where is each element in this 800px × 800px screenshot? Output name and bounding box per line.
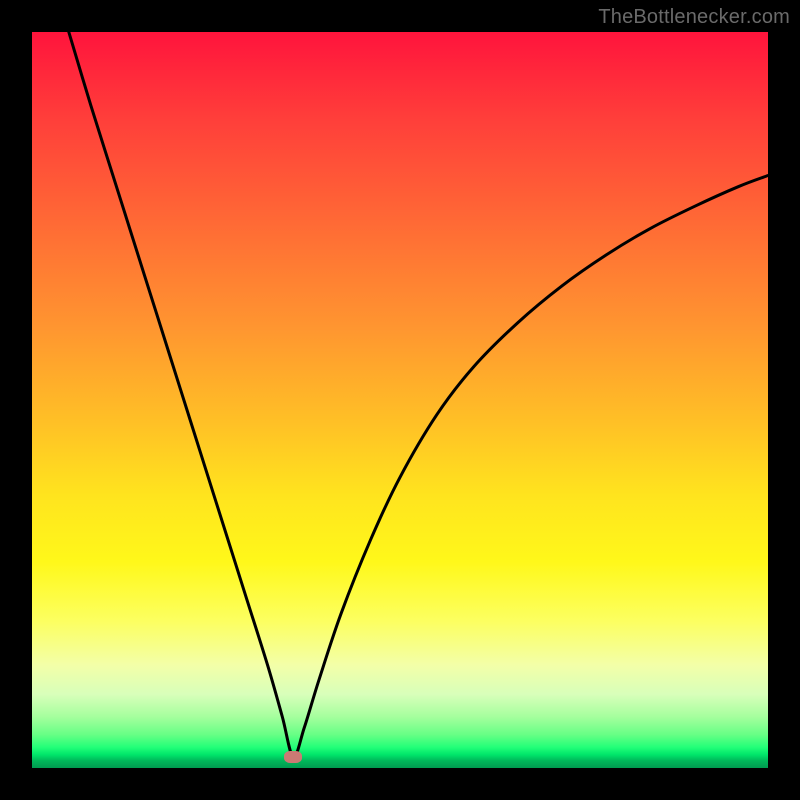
bottleneck-curve bbox=[32, 32, 768, 768]
chart-frame: TheBottlenecker.com bbox=[0, 0, 800, 800]
plot-area bbox=[32, 32, 768, 768]
curve-minimum-marker bbox=[284, 751, 302, 763]
attribution-text: TheBottlenecker.com bbox=[598, 6, 790, 29]
